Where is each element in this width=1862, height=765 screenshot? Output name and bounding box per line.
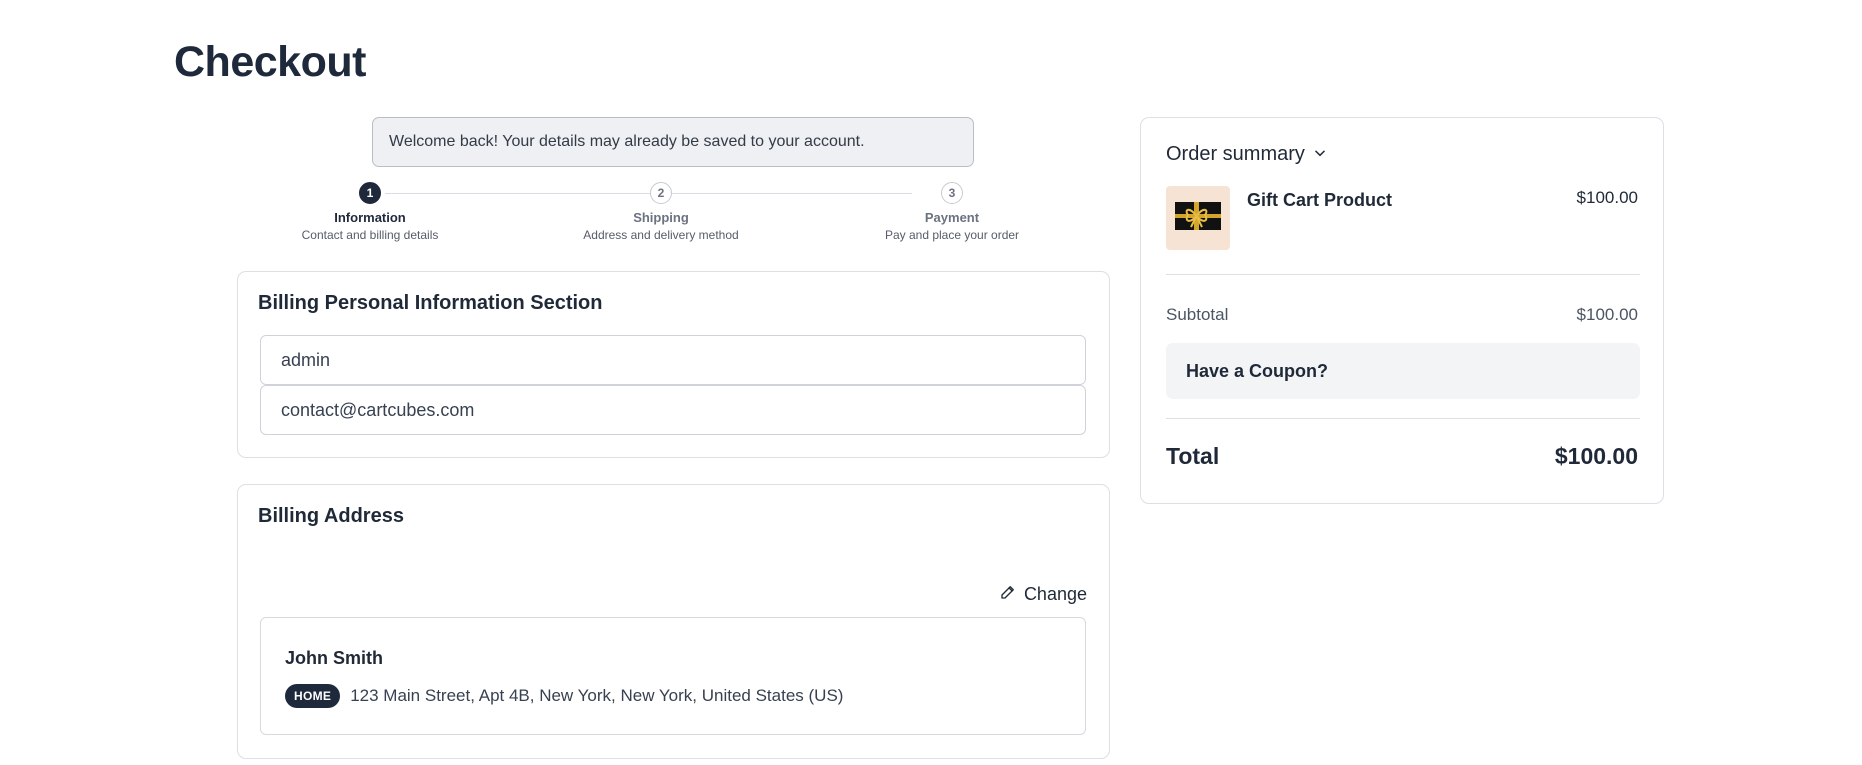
billing-personal-info-card: Billing Personal Information Section xyxy=(237,271,1110,458)
subtotal-value: $100.00 xyxy=(1576,305,1638,324)
step-number: 3 xyxy=(941,182,963,204)
gift-card-icon xyxy=(1175,201,1221,235)
pencil-icon xyxy=(999,583,1017,606)
step-subtitle: Address and delivery method xyxy=(583,228,739,242)
coupon-toggle[interactable]: Have a Coupon? xyxy=(1166,343,1640,399)
summary-divider xyxy=(1166,274,1640,275)
billing-address-title: Billing Address xyxy=(258,505,404,527)
step-title: Information xyxy=(334,210,406,225)
total-value: $100.00 xyxy=(1554,443,1638,469)
personal-info-title: Billing Personal Information Section xyxy=(258,292,603,314)
step-subtitle: Pay and place your order xyxy=(884,228,1020,242)
checkout-stepper: 1 Information Contact and billing detail… xyxy=(240,180,1102,250)
name-input[interactable] xyxy=(260,335,1086,385)
product-thumbnail xyxy=(1166,186,1230,250)
address-name: John Smith xyxy=(285,648,383,668)
chevron-down-icon xyxy=(1313,143,1327,166)
step-number: 2 xyxy=(650,182,672,204)
step-title: Payment xyxy=(924,210,980,225)
address-card[interactable]: John Smith HOME 123 Main Street, Apt 4B,… xyxy=(260,617,1086,735)
page-title: Checkout xyxy=(174,38,366,86)
address-type-badge: HOME xyxy=(285,684,341,708)
order-summary-card: Order summary Gift Cart Product $100.00 … xyxy=(1140,117,1664,504)
product-name: Gift Cart Product xyxy=(1247,190,1393,210)
welcome-notice: Welcome back! Your details may already b… xyxy=(372,117,974,167)
step-subtitle: Contact and billing details xyxy=(301,228,439,242)
subtotal-label: Subtotal xyxy=(1166,305,1229,324)
email-input[interactable] xyxy=(260,385,1086,435)
order-summary-title: Order summary xyxy=(1166,143,1305,165)
address-text: 123 Main Street, Apt 4B, New York, New Y… xyxy=(350,686,844,705)
step-payment[interactable]: 3 Payment Pay and place your order xyxy=(822,182,1082,242)
change-address-button[interactable]: Change xyxy=(999,583,1087,606)
billing-address-card: Billing Address Change John Smith HOME 1… xyxy=(237,484,1110,759)
step-title: Shipping xyxy=(633,210,689,225)
summary-divider xyxy=(1166,418,1640,419)
step-shipping[interactable]: 2 Shipping Address and delivery method xyxy=(531,182,791,242)
step-number: 1 xyxy=(359,182,381,204)
total-label: Total xyxy=(1166,443,1220,469)
product-price: $100.00 xyxy=(1576,188,1638,207)
change-label: Change xyxy=(1023,584,1087,604)
step-information[interactable]: 1 Information Contact and billing detail… xyxy=(240,182,500,242)
order-summary-toggle[interactable]: Order summary xyxy=(1166,143,1327,166)
address-line: HOME 123 Main Street, Apt 4B, New York, … xyxy=(285,684,843,708)
